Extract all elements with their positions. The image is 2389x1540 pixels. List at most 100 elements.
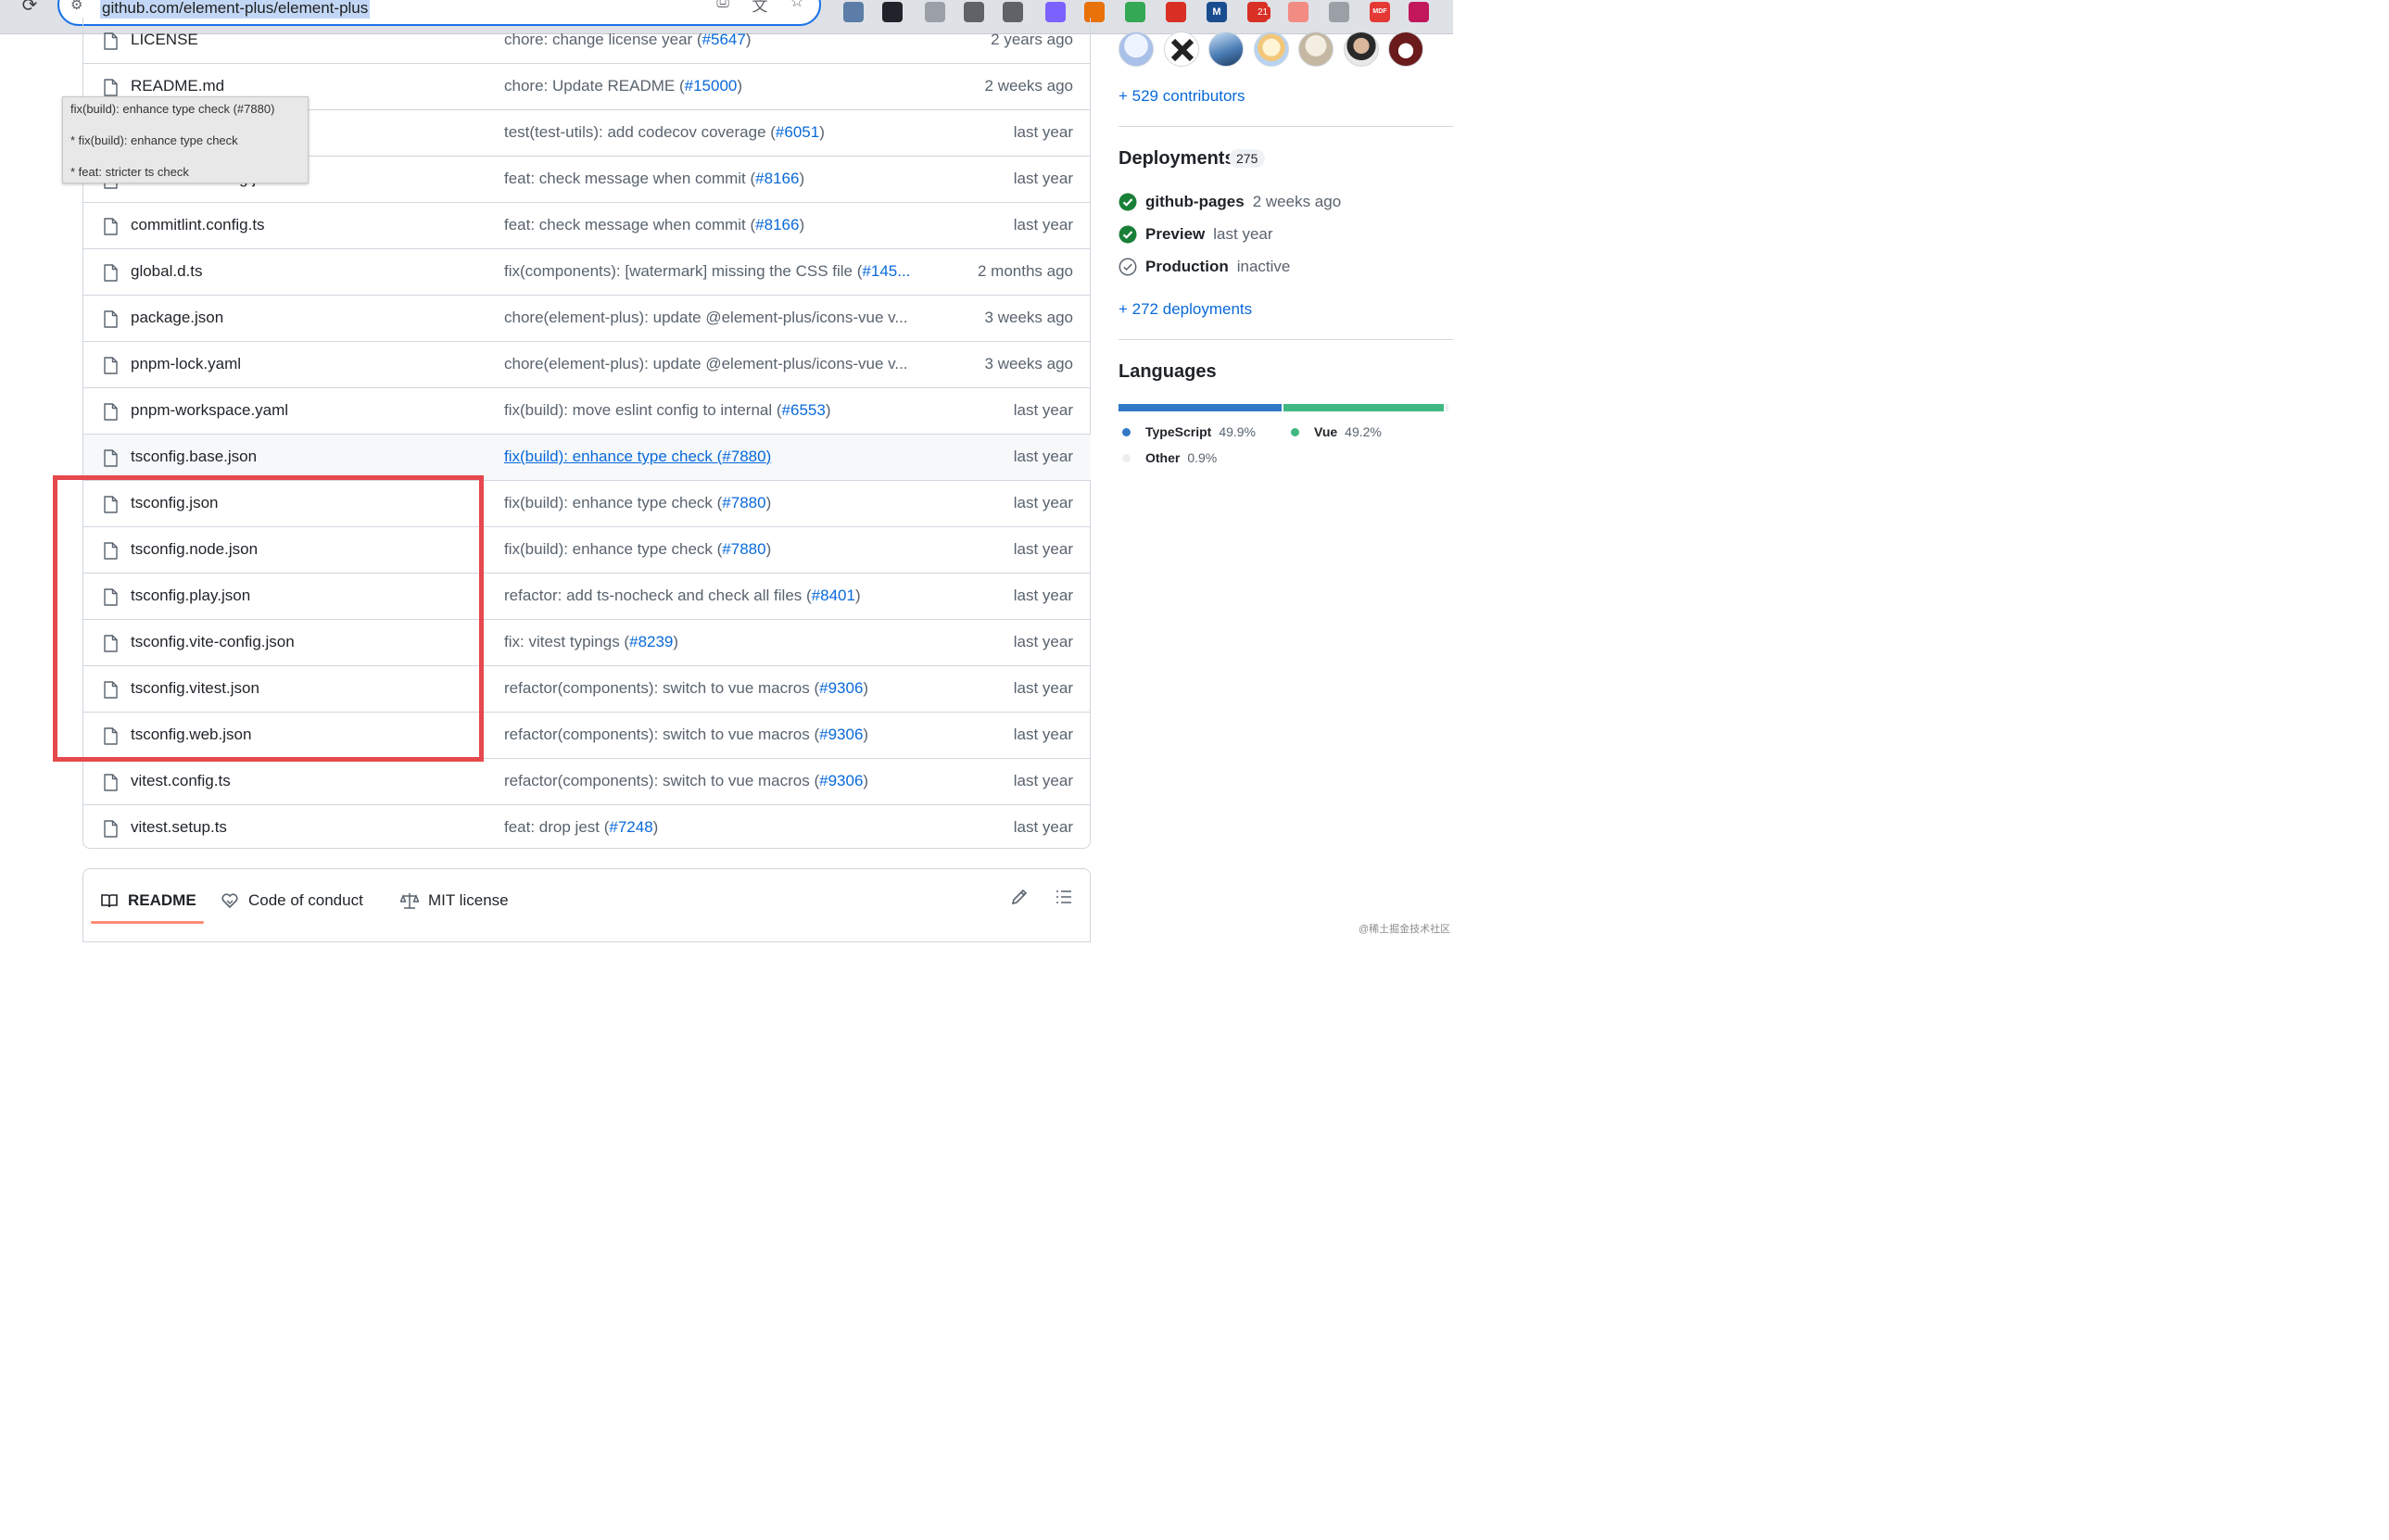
- readme-tabs-bar: README Code of conduct MIT license: [82, 868, 1091, 942]
- tab-mit-license[interactable]: MIT license: [400, 888, 509, 914]
- pull-request-link[interactable]: #6553: [782, 401, 826, 419]
- pull-request-link[interactable]: #8239: [629, 633, 673, 650]
- bookmark-star-icon[interactable]: ☆: [786, 0, 808, 15]
- file-row[interactable]: pnpm-workspace.yaml fix(build): move esli…: [83, 388, 1091, 435]
- commit-message-link[interactable]: fix(build): enhance type check (#7880): [504, 540, 930, 559]
- pull-request-link[interactable]: #9306: [819, 726, 863, 743]
- avatar[interactable]: [1388, 32, 1423, 67]
- commit-message-link[interactable]: refactor(components): switch to vue macr…: [504, 679, 930, 698]
- file-row[interactable]: vitest.setup.ts feat: drop jest (#7248) la…: [83, 805, 1091, 852]
- commit-message-link[interactable]: chore: change license year (#5647): [504, 31, 930, 49]
- pull-request-link[interactable]: #15000: [685, 77, 738, 95]
- pull-request-link[interactable]: #6051: [776, 123, 819, 141]
- file-name-link[interactable]: tsconfig.play.json: [131, 587, 250, 605]
- commit-message-text: feat: check message when commit (: [504, 170, 756, 187]
- pull-request-link[interactable]: #7248: [609, 818, 652, 836]
- language-other[interactable]: Other 0.9%: [1122, 450, 1217, 465]
- file-row[interactable]: tsconfig.node.json fix(build): enhance ty…: [83, 527, 1091, 574]
- file-row[interactable]: tsconfig.base.json fix(build): enhance ty…: [83, 435, 1091, 481]
- pull-request-link[interactable]: #145...: [862, 262, 910, 280]
- file-name-link[interactable]: pnpm-workspace.yaml: [131, 401, 288, 420]
- commit-message-link[interactable]: refactor: add ts-nocheck and check all f…: [504, 587, 930, 605]
- commit-message-link[interactable]: chore(element-plus): update @element-plu…: [504, 355, 930, 373]
- site-info-icon[interactable]: ⚙: [70, 0, 91, 13]
- file-name-link[interactable]: package.json: [131, 309, 223, 327]
- file-name-link[interactable]: LICENSE: [131, 31, 198, 49]
- paren-close: ): [799, 216, 805, 234]
- commit-message-link[interactable]: fix: vitest typings (#8239): [504, 633, 930, 651]
- file-name-link[interactable]: vitest.config.ts: [131, 772, 231, 790]
- file-row[interactable]: global.d.ts fix(components): [watermark] …: [83, 249, 1091, 296]
- file-name-link[interactable]: pnpm-lock.yaml: [131, 355, 241, 373]
- pull-request-link[interactable]: #9306: [819, 679, 863, 697]
- contributors-link[interactable]: + 529 contributors: [1119, 87, 1245, 106]
- file-row[interactable]: commitlint.config.ts feat: check message …: [83, 203, 1091, 249]
- commit-date: last year: [1013, 587, 1073, 604]
- avatar[interactable]: [1164, 32, 1199, 67]
- commit-message-link[interactable]: fix(build): move eslint config to intern…: [504, 401, 930, 420]
- pull-request-link[interactable]: #8166: [755, 170, 799, 187]
- commit-message-link[interactable]: refactor(components): switch to vue macr…: [504, 726, 930, 744]
- pull-request-link[interactable]: #7880: [722, 448, 765, 465]
- language-typescript[interactable]: TypeScript 49.9%: [1122, 424, 1256, 439]
- pull-request-link[interactable]: #7880: [722, 494, 765, 511]
- file-row[interactable]: tsconfig.web.json refactor(components): s…: [83, 713, 1091, 759]
- file-name-link[interactable]: tsconfig.vitest.json: [131, 679, 259, 698]
- file-name-link[interactable]: tsconfig.node.json: [131, 540, 258, 559]
- tab-readme[interactable]: README: [100, 888, 196, 914]
- file-row[interactable]: tsconfig.vitest.json refactor(components)…: [83, 666, 1091, 713]
- file-name-link[interactable]: vitest.setup.ts: [131, 818, 227, 837]
- avatar[interactable]: [1298, 32, 1334, 67]
- file-row[interactable]: package.json chore(element-plus): update …: [83, 296, 1091, 342]
- avatar[interactable]: [1344, 32, 1379, 67]
- commit-message-text: fix(build): enhance type check (: [504, 540, 723, 558]
- file-name-link[interactable]: global.d.ts: [131, 262, 203, 281]
- install-app-icon[interactable]: ⎙: [712, 0, 734, 15]
- avatar[interactable]: [1208, 32, 1244, 67]
- commit-message-link[interactable]: chore: Update README (#15000): [504, 77, 930, 95]
- tab-code-of-conduct[interactable]: Code of conduct: [221, 888, 363, 914]
- deployment-github-pages[interactable]: github-pages 2 weeks ago: [1119, 191, 1341, 213]
- outline-list-icon[interactable]: [1055, 888, 1073, 906]
- commit-message-link[interactable]: chore(element-plus): update @element-plu…: [504, 309, 930, 327]
- deployment-preview[interactable]: Preview last year: [1119, 223, 1273, 246]
- pull-request-link[interactable]: #9306: [819, 772, 863, 789]
- file-row[interactable]: tsconfig.play.json refactor: add ts-noche…: [83, 574, 1091, 620]
- commit-message-link[interactable]: fix(build): enhance type check (#7880): [504, 448, 930, 466]
- commit-message-link[interactable]: test(test-utils): add codecov coverage (…: [504, 123, 930, 142]
- pull-request-link[interactable]: #8401: [812, 587, 855, 604]
- avatar[interactable]: [1254, 32, 1289, 67]
- paren-close: ): [673, 633, 679, 650]
- file-row[interactable]: LICENSE chore: change license year (#5647…: [83, 18, 1091, 64]
- commit-message-link[interactable]: feat: check message when commit (#8166): [504, 216, 930, 234]
- translate-icon[interactable]: 文: [749, 0, 771, 15]
- commit-message-link[interactable]: fix(build): enhance type check (#7880): [504, 494, 930, 512]
- file-name-link[interactable]: tsconfig.base.json: [131, 448, 257, 466]
- language-vue[interactable]: Vue 49.2%: [1291, 424, 1382, 439]
- file-name-link[interactable]: README.md: [131, 77, 224, 95]
- file-name-link[interactable]: commitlint.config.ts: [131, 216, 265, 234]
- file-name-link[interactable]: tsconfig.web.json: [131, 726, 251, 744]
- more-deployments-link[interactable]: + 272 deployments: [1119, 300, 1252, 319]
- file-name-link[interactable]: tsconfig.json: [131, 494, 219, 512]
- pull-request-link[interactable]: #5647: [702, 31, 746, 48]
- file-row[interactable]: tsconfig.vite-config.json fix: vitest typ…: [83, 620, 1091, 666]
- commit-message-link[interactable]: fix(components): [watermark] missing the…: [504, 262, 930, 281]
- reload-icon[interactable]: ⟳: [19, 0, 41, 17]
- commit-message-link[interactable]: refactor(components): switch to vue macr…: [504, 772, 930, 790]
- language-bar-segment: [1283, 404, 1444, 411]
- pull-request-link[interactable]: #8166: [755, 216, 799, 234]
- file-icon: [104, 357, 118, 374]
- commit-message-link[interactable]: feat: check message when commit (#8166): [504, 170, 930, 188]
- file-row[interactable]: tsconfig.json fix(build): enhance type ch…: [83, 481, 1091, 527]
- deployments-title[interactable]: Deployments: [1119, 148, 1235, 170]
- commit-message-link[interactable]: feat: drop jest (#7248): [504, 818, 930, 837]
- deployment-production[interactable]: Production inactive: [1119, 256, 1290, 278]
- file-row[interactable]: pnpm-lock.yaml chore(element-plus): updat…: [83, 342, 1091, 388]
- file-name-link[interactable]: tsconfig.vite-config.json: [131, 633, 295, 651]
- file-row[interactable]: vitest.config.ts refactor(components): sw…: [83, 759, 1091, 805]
- url-text[interactable]: github.com/element-plus/element-plus: [100, 0, 371, 19]
- pull-request-link[interactable]: #7880: [722, 540, 765, 558]
- edit-pencil-icon[interactable]: [1010, 888, 1029, 906]
- avatar[interactable]: [1119, 32, 1154, 67]
